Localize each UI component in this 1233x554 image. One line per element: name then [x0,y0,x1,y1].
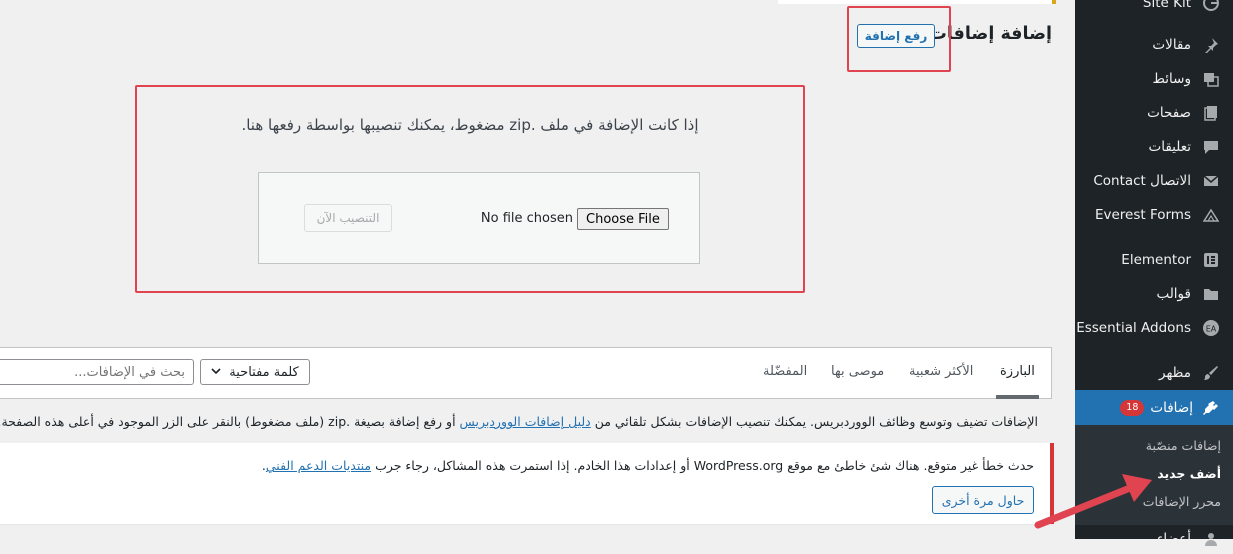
sidebar-item-label: Everest Forms [1094,207,1191,223]
upload-help-text: إذا كانت الإضافة في ملف .zip مضغوط، يمكن… [241,116,699,134]
sidebar-item-comments[interactable]: تعليقات [1075,132,1233,162]
upload-plugin-form: No file chosen Choose File التنصيب الآن [258,172,700,264]
sidebar-item-label: Essential Addons [1076,320,1191,336]
sidebar-item-label: Site Kit [1142,0,1191,11]
sidebar-item-pages[interactable]: صفحات [1075,98,1233,128]
sidebar-item-plugins[interactable]: 18 إضافات [1067,390,1233,426]
sidebar-item-label: قوالب [1156,286,1191,302]
sidebar-item-label: تعليقات [1148,139,1191,155]
tab-featured[interactable]: البارزة [996,364,1039,399]
sidebar-item-essential-addons[interactable]: Essential Addons EA [1075,313,1233,343]
elementor-icon [1201,250,1221,270]
tab-favorites[interactable]: المفضّلة [763,364,807,379]
choose-file-button[interactable]: Choose File [577,208,669,230]
error-message: حدث خطأ غير متوقع. هناك شئ خاطئ مع موقع … [262,458,1034,473]
install-now-button[interactable]: التنصيب الآن [304,204,392,232]
svg-text:EA: EA [1206,325,1217,334]
error-text-start: حدث خطأ غير متوقع. هناك شئ خاطئ مع موقع … [371,458,1034,473]
sidebar-item-templates[interactable]: قوالب [1075,279,1233,309]
intro-text-start: الإضافات تضيف وتوسع وظائف الووردبريس. يم… [590,414,1038,429]
chevron-down-icon [211,365,221,379]
plugin-filter-bar: البارزة الأكثر شعبية موصى بها المفضّلة ك… [0,347,1052,399]
update-count-badge: 18 [1120,400,1145,416]
plugin-icon [1201,398,1221,418]
folder-icon [1201,284,1221,304]
sidebar-item-media[interactable]: وسائط [1075,64,1233,94]
sidebar-item-elementor[interactable]: Elementor [1075,245,1233,275]
intro-text-end: أو رفع إضافة بصيغة .zip (ملف مضغوط) بالن… [0,414,460,429]
mail-icon [1201,171,1221,191]
tab-recommended[interactable]: موصى بها [831,364,884,379]
comment-icon [1201,137,1221,157]
submenu-label: إضافات منصّبة [1145,437,1221,453]
sidebar-item-site-kit[interactable]: Site Kit [1075,0,1233,18]
try-again-button[interactable]: حاول مرة أخرى [932,486,1034,514]
everest-icon [1201,205,1221,225]
pages-icon [1201,103,1221,123]
search-type-select[interactable]: كلمة مفتاحية [200,359,310,385]
plugin-search-input[interactable] [0,359,194,385]
error-notice: حدث خطأ غير متوقع. هناك شئ خاطئ مع موقع … [0,443,1054,524]
annotation-arrow [1034,474,1152,529]
google-g-icon [1201,0,1221,13]
submenu-installed-plugins[interactable]: إضافات منصّبة [1075,432,1233,458]
sidebar-item-label: صفحات [1147,105,1191,121]
sidebar-item-label: Contact الاتصال [1093,173,1191,189]
sidebar-item-label: وسائط [1152,71,1191,87]
plugins-intro-text: الإضافات تضيف وتوسع وظائف الووردبريس. يم… [0,414,1038,429]
sidebar-item-label: إضافات [1150,400,1193,416]
notice-strip [778,0,1056,4]
support-forums-link[interactable]: منتديات الدعم الفني [266,458,371,473]
highlight-upload-button [847,6,951,72]
pin-icon [1201,35,1221,55]
sidebar-item-label: مقالات [1152,37,1191,53]
media-icon [1201,69,1221,89]
sidebar-item-posts[interactable]: مقالات [1075,30,1233,60]
sidebar-item-appearance[interactable]: مظهر [1075,358,1233,388]
sidebar-item-label: مظهر [1159,365,1191,381]
plugin-directory-link[interactable]: دليل إضافات الووردبريس [460,414,591,429]
sidebar-item-label: Elementor [1121,252,1191,268]
ea-icon: EA [1201,318,1221,338]
sidebar-item-contact[interactable]: Contact الاتصال [1075,166,1233,196]
file-status: No file chosen [480,211,573,226]
users-icon [1201,529,1221,549]
tab-popular[interactable]: الأكثر شعبية [909,364,973,379]
brush-icon [1201,363,1221,383]
sidebar-item-everest-forms[interactable]: Everest Forms [1075,200,1233,230]
search-type-value: كلمة مفتاحية [229,364,299,380]
admin-sidebar: Site Kit مقالات وسائط صفحات تعليقات Cont… [1067,0,1233,547]
